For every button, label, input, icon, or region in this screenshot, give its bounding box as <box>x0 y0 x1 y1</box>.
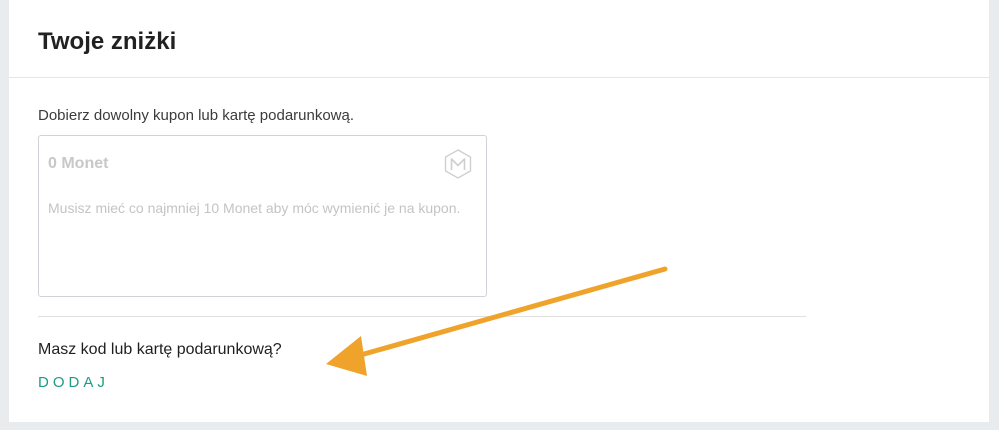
gift-code-question: Masz kod lub kartę podarunkową? <box>38 341 282 358</box>
coupon-card: 0 Monet Musisz mieć co najmniej 10 Monet… <box>38 135 487 297</box>
coupon-description: Musisz mieć co najmniej 10 Monet aby móc… <box>48 200 461 216</box>
coupon-amount: 0 Monet <box>48 155 109 172</box>
page-title: Twoje zniżki <box>38 28 177 55</box>
monet-hexagon-icon <box>444 149 472 179</box>
add-gift-code-button[interactable]: DODAJ <box>38 374 109 391</box>
discounts-panel: Twoje zniżki Dobierz dowolny kupon lub k… <box>9 0 989 422</box>
panel-header: Twoje zniżki <box>9 0 989 78</box>
section-divider <box>38 316 806 317</box>
coupon-hint-text: Dobierz dowolny kupon lub kartę podarunk… <box>38 107 355 124</box>
